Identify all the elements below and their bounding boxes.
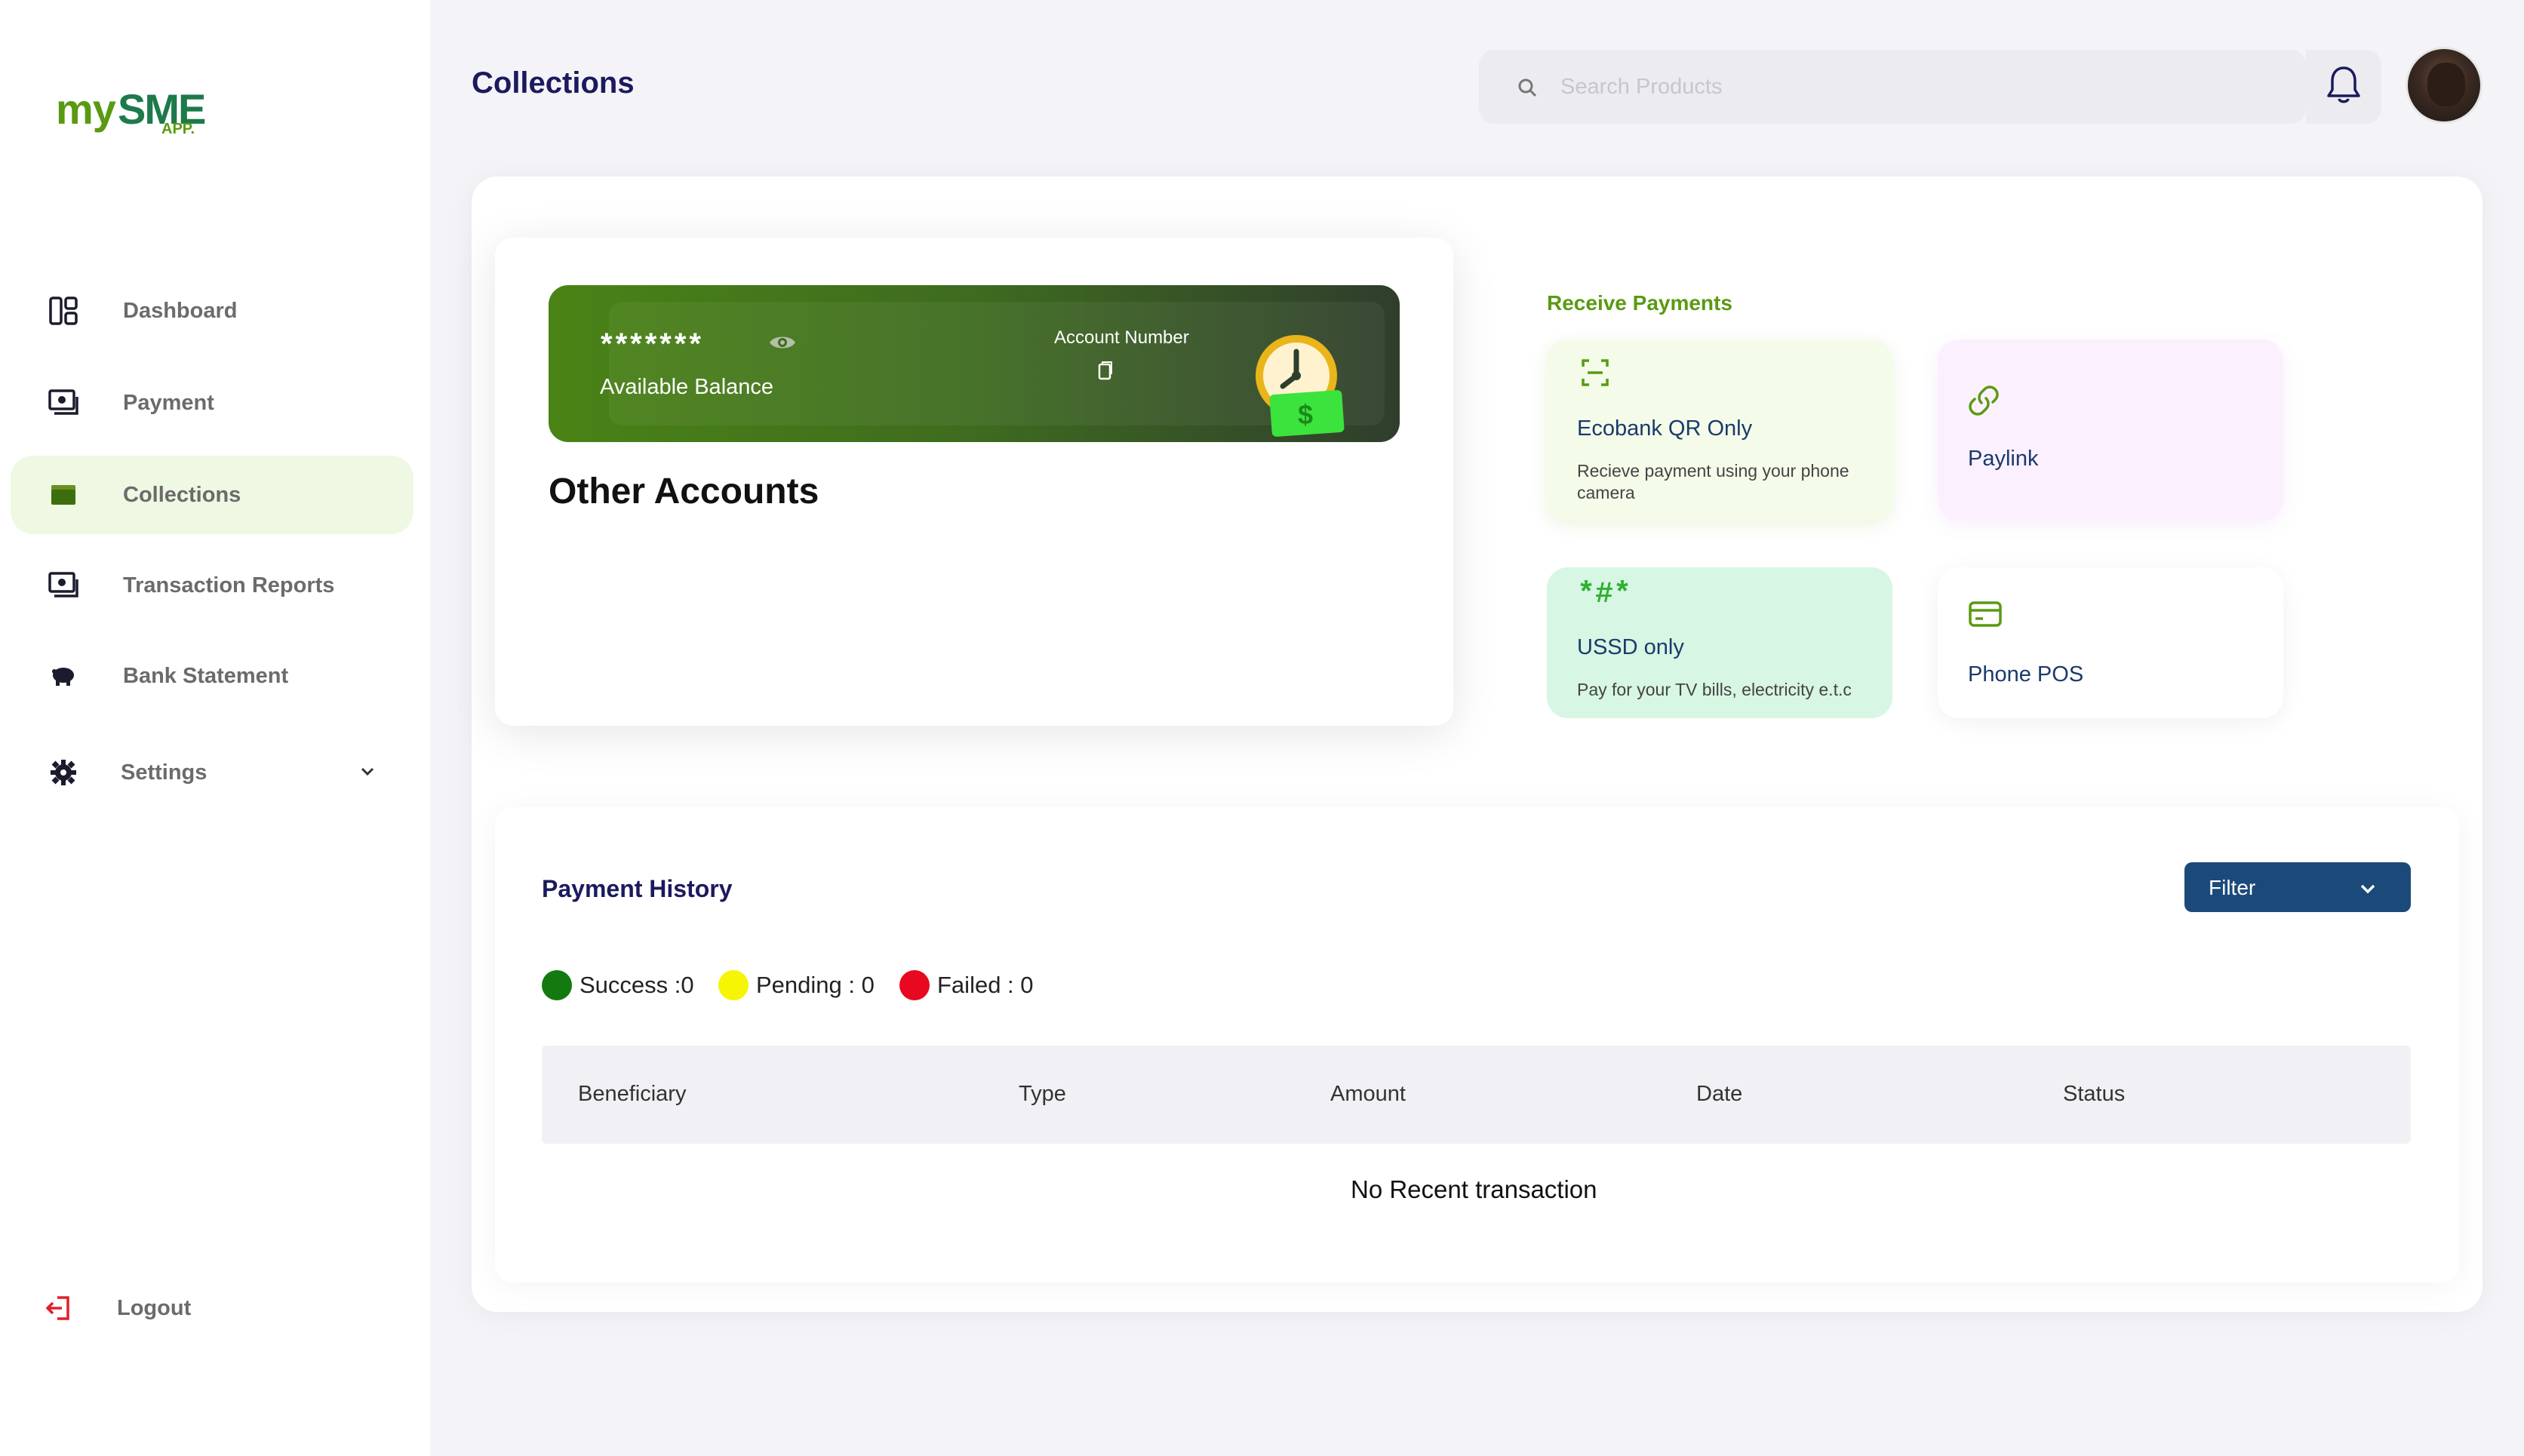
tile-title: USSD only — [1577, 635, 1684, 659]
sidebar-item-label: Bank Statement — [123, 663, 289, 688]
chevron-down-icon — [2356, 877, 2379, 900]
column-header-beneficiary[interactable]: Beneficiary — [578, 1082, 686, 1107]
tile-phone-pos[interactable]: Phone POS — [1938, 567, 2283, 718]
page-title: Collections — [472, 66, 635, 100]
search-input[interactable] — [1560, 68, 2240, 106]
masked-balance: ******* — [601, 327, 704, 361]
sidebar-item-dashboard[interactable]: Dashboard — [11, 272, 413, 350]
gear-icon — [47, 756, 80, 789]
payment-history-title: Payment History — [542, 875, 733, 902]
tile-title: Paylink — [1968, 447, 2039, 471]
success-dot — [542, 970, 572, 1000]
payment-history-card — [495, 807, 2459, 1282]
sidebar-item-label: Payment — [123, 390, 214, 415]
clock-money-icon: $ — [1253, 330, 1351, 438]
column-header-date[interactable]: Date — [1696, 1082, 1742, 1107]
filter-dropdown[interactable]: Filter — [2184, 862, 2411, 912]
money-icon — [47, 569, 80, 602]
logout-icon — [42, 1292, 75, 1325]
copy-icon[interactable] — [1096, 361, 1114, 382]
dashboard-icon — [47, 294, 80, 327]
logo-my: my — [56, 85, 116, 133]
avatar[interactable] — [2406, 47, 2482, 124]
failed-dot — [899, 970, 930, 1000]
chevron-down-icon[interactable] — [356, 760, 379, 783]
empty-state-message: No Recent transaction — [1351, 1175, 1597, 1203]
other-accounts-heading: Other Accounts — [549, 472, 819, 511]
sidebar-item-bank-statement[interactable]: Bank Statement — [11, 637, 413, 715]
logout-button[interactable]: Logout — [11, 1269, 413, 1347]
tile-description: Recieve payment using your phone camera — [1577, 461, 1849, 502]
legend-failed: Failed : 0 — [899, 970, 1034, 1000]
sidebar: my SME APP. Dashboard Payment Collection… — [0, 0, 430, 1456]
legend-label: Success :0 — [580, 972, 694, 998]
sidebar-item-transaction-reports[interactable]: Transaction Reports — [11, 546, 413, 625]
receive-payments-title: Receive Payments — [1547, 291, 1732, 315]
sidebar-item-collections[interactable]: Collections — [11, 456, 413, 534]
link-icon — [1968, 385, 2000, 420]
logo-app: APP. — [161, 121, 195, 137]
sidebar-item-label: Transaction Reports — [123, 573, 335, 597]
sidebar-item-settings[interactable]: Settings — [11, 733, 413, 812]
bell-icon — [2325, 64, 2363, 110]
legend-label: Pending : 0 — [756, 972, 875, 998]
search-icon — [1517, 77, 1538, 98]
ussd-icon: *#* — [1577, 578, 1632, 612]
eye-icon[interactable] — [768, 332, 797, 353]
table-header — [542, 1046, 2411, 1144]
available-balance-label: Available Balance — [600, 375, 774, 399]
legend-success: Success :0 — [542, 970, 694, 1000]
column-header-amount[interactable]: Amount — [1330, 1082, 1406, 1107]
filter-label: Filter — [2209, 876, 2256, 899]
qr-scan-icon — [1580, 358, 1610, 392]
sidebar-item-payment[interactable]: Payment — [11, 364, 413, 442]
sidebar-item-label: Dashboard — [123, 298, 238, 323]
pending-dot — [718, 970, 749, 1000]
card-icon — [1968, 601, 2003, 631]
svg-text:$: $ — [1298, 399, 1313, 430]
tile-title: Phone POS — [1968, 662, 2084, 687]
tile-ecobank-qr[interactable]: Ecobank QR Only Recieve payment using yo… — [1547, 339, 1892, 521]
sidebar-item-label: Settings — [121, 760, 208, 785]
column-header-status[interactable]: Status — [2063, 1082, 2125, 1107]
tile-title: Ecobank QR Only — [1577, 416, 1753, 441]
search-bar — [1479, 50, 2306, 124]
legend-label: Failed : 0 — [937, 972, 1034, 998]
tile-ussd[interactable]: *#* USSD only Pay for your TV bills, ele… — [1547, 567, 1892, 718]
account-number-label: Account Number — [1054, 327, 1189, 348]
tile-description: Pay for your TV bills, electricity e.t.c — [1577, 680, 1852, 699]
money-icon — [47, 386, 80, 419]
notifications-button[interactable] — [2306, 50, 2381, 124]
tile-paylink[interactable]: Paylink — [1938, 339, 2283, 521]
wallet-icon — [47, 478, 80, 511]
column-header-type[interactable]: Type — [1019, 1082, 1066, 1107]
legend-pending: Pending : 0 — [718, 970, 875, 1000]
piggy-bank-icon — [47, 659, 80, 693]
sidebar-item-label: Collections — [123, 482, 241, 507]
app-logo[interactable]: my SME APP. — [56, 84, 207, 142]
logout-label: Logout — [117, 1295, 192, 1320]
